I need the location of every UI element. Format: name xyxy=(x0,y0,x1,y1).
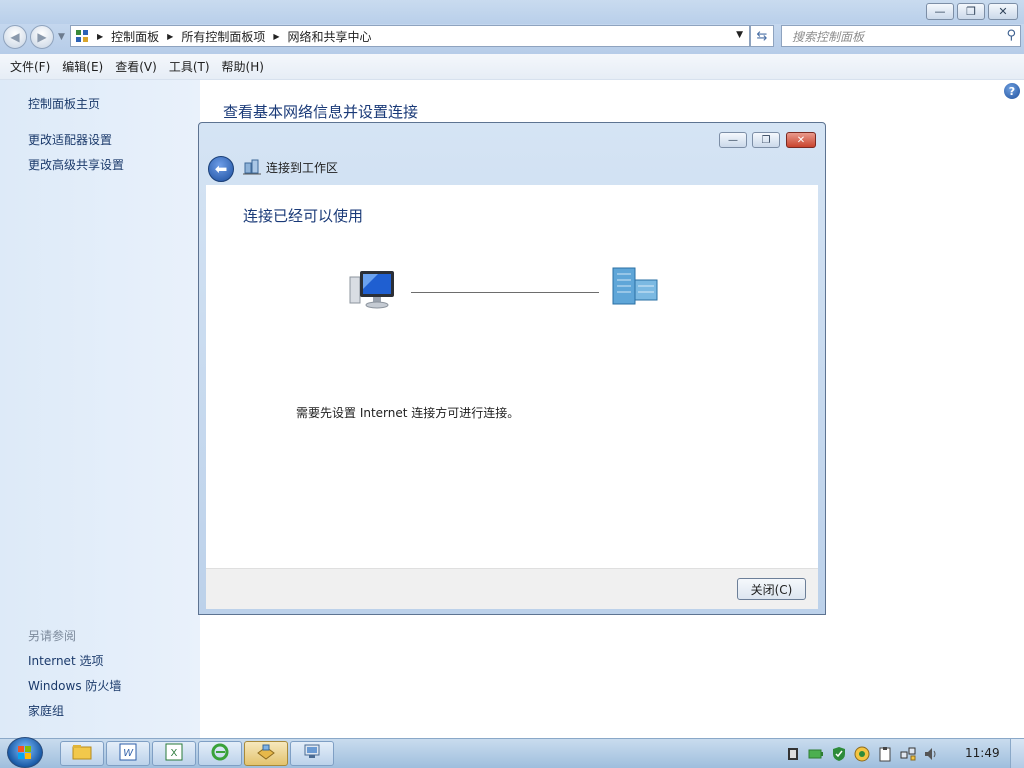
back-button[interactable]: ◀ xyxy=(3,25,27,49)
connect-workplace-dialog: — ❐ ✕ ⬅ 连接到工作区 连接已经可以使用 需要先设置 Internet 连… xyxy=(198,122,826,615)
refresh-button[interactable]: ⇆ xyxy=(750,25,774,47)
sidebar-link-homegroup[interactable]: 家庭组 xyxy=(28,702,64,719)
computer-icon xyxy=(348,269,400,314)
taskbar: W X 11:49 xyxy=(0,737,1024,768)
breadcrumb-separator-icon[interactable]: ▶ xyxy=(97,32,103,41)
sidebar-link-adapter-settings[interactable]: 更改适配器设置 xyxy=(28,131,112,148)
dialog-heading: 连接已经可以使用 xyxy=(243,207,364,225)
film-icon[interactable] xyxy=(785,746,801,762)
dialog-content: 连接已经可以使用 需要先设置 Internet 连接方可进行连接。 xyxy=(206,185,818,568)
taskbar-explorer[interactable] xyxy=(60,741,104,766)
server-icon xyxy=(611,266,661,311)
page-title: 查看基本网络信息并设置连接 xyxy=(223,103,419,121)
window-close-button[interactable]: ✕ xyxy=(988,3,1018,20)
explorer-icon xyxy=(72,744,92,763)
breadcrumb-separator-icon[interactable]: ▶ xyxy=(273,32,279,41)
window-maximize-button[interactable]: ❐ xyxy=(957,3,985,20)
network-icon[interactable] xyxy=(900,746,916,762)
show-desktop-button[interactable] xyxy=(1010,739,1024,768)
svg-text:X: X xyxy=(171,748,178,759)
arrow-left-icon: ◀ xyxy=(10,30,20,44)
menu-tools[interactable]: 工具(T) xyxy=(169,58,210,75)
taskbar-internet-explorer[interactable] xyxy=(198,741,242,766)
navigation-bar: ◀ ▶ ▼ ▶ 控制面板 ▶ 所有控制面板项 ▶ 网络和共享中心 ▼ ⇆ 搜索控… xyxy=(0,24,1024,54)
window-minimize-button[interactable]: — xyxy=(926,3,954,20)
taskbar-excel[interactable]: X xyxy=(152,741,196,766)
address-bar[interactable]: ▶ 控制面板 ▶ 所有控制面板项 ▶ 网络和共享中心 ▼ xyxy=(70,25,750,47)
menu-file[interactable]: 文件(F) xyxy=(10,58,50,75)
sidebar-link-sharing-settings[interactable]: 更改高级共享设置 xyxy=(28,156,124,173)
refresh-icon: ⇆ xyxy=(756,28,768,44)
back-arrow-icon: ⬅ xyxy=(214,160,228,178)
breadcrumb-network-center[interactable]: 网络和共享中心 xyxy=(288,28,372,45)
menu-view[interactable]: 查看(V) xyxy=(115,58,157,75)
search-input[interactable]: 搜索控制面板 ⚲ xyxy=(781,25,1021,47)
sidebar: 控制面板主页 更改适配器设置 更改高级共享设置 另请参阅 Internet 选项… xyxy=(0,80,200,738)
dialog-maximize-button[interactable]: ❐ xyxy=(752,132,780,148)
close-button[interactable]: 关闭(C) xyxy=(737,578,806,600)
window-titlebar: — ❐ ✕ xyxy=(0,0,1024,24)
shield-icon[interactable] xyxy=(831,746,847,762)
search-icon[interactable]: ⚲ xyxy=(1006,28,1016,43)
dialog-footer: 关闭(C) xyxy=(206,568,818,609)
address-dropdown-icon[interactable]: ▼ xyxy=(736,30,743,40)
security-icon[interactable] xyxy=(854,746,870,762)
sidebar-link-home[interactable]: 控制面板主页 xyxy=(28,95,100,112)
network-connection-icon xyxy=(243,159,261,178)
recent-pages-dropdown[interactable]: ▼ xyxy=(58,32,65,42)
breadcrumb-control-panel[interactable]: 控制面板 xyxy=(111,28,159,45)
breadcrumb-separator-icon[interactable]: ▶ xyxy=(167,32,173,41)
breadcrumb-all-items[interactable]: 所有控制面板项 xyxy=(181,28,265,45)
menu-bar: 文件(F) 编辑(E) 查看(V) 工具(T) 帮助(H) xyxy=(0,54,1024,80)
network-wizard-icon xyxy=(256,743,276,764)
sidebar-link-firewall[interactable]: Windows 防火墙 xyxy=(28,677,121,694)
menu-help[interactable]: 帮助(H) xyxy=(222,58,264,75)
system-tray xyxy=(785,743,946,765)
see-also-heading: 另请参阅 xyxy=(28,629,77,643)
connection-line xyxy=(411,292,599,293)
dialog-minimize-button[interactable]: — xyxy=(719,132,747,148)
sidebar-link-internet-options[interactable]: Internet 选项 xyxy=(28,652,103,669)
help-icon[interactable]: ? xyxy=(1004,83,1020,99)
word-icon: W xyxy=(119,743,137,764)
menu-edit[interactable]: 编辑(E) xyxy=(62,58,103,75)
clipboard-icon[interactable] xyxy=(877,746,893,762)
clock[interactable]: 11:49 xyxy=(965,746,1000,760)
battery-icon[interactable] xyxy=(808,746,824,762)
excel-icon: X xyxy=(165,743,183,764)
volume-icon[interactable] xyxy=(923,746,939,762)
taskbar-remote-desktop[interactable] xyxy=(290,741,334,766)
dialog-close-button[interactable]: ✕ xyxy=(786,132,816,148)
dialog-message: 需要先设置 Internet 连接方可进行连接。 xyxy=(296,406,520,420)
taskbar-network-wizard[interactable] xyxy=(244,741,288,766)
control-panel-icon xyxy=(75,29,89,43)
ie-icon xyxy=(211,743,229,764)
start-button[interactable] xyxy=(7,737,43,768)
svg-text:W: W xyxy=(123,748,134,759)
forward-button[interactable]: ▶ xyxy=(30,25,54,49)
remote-desktop-icon xyxy=(303,743,321,764)
dialog-back-button[interactable]: ⬅ xyxy=(208,156,234,182)
search-placeholder: 搜索控制面板 xyxy=(792,29,865,44)
dialog-title: 连接到工作区 xyxy=(266,161,339,175)
taskbar-word[interactable]: W xyxy=(106,741,150,766)
arrow-right-icon: ▶ xyxy=(37,30,47,44)
